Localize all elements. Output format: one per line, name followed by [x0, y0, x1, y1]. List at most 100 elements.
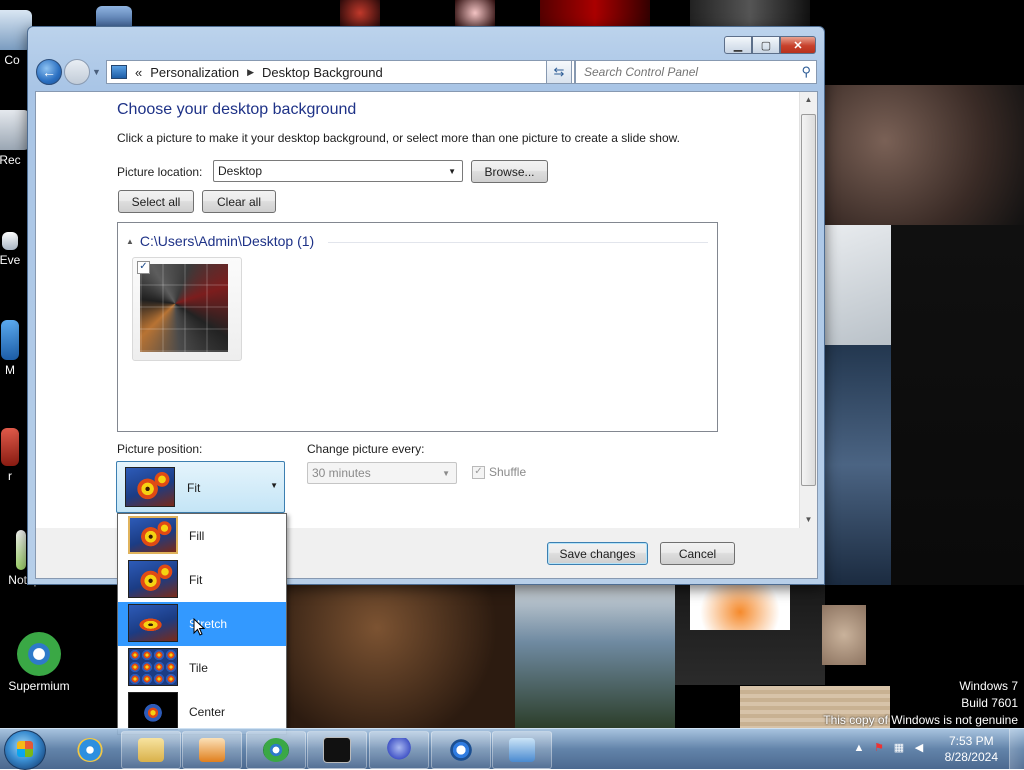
vertical-scrollbar[interactable]: ▲ ▼ [799, 92, 817, 528]
wallpaper-collage [455, 0, 495, 26]
picture-location-select[interactable]: Desktop ▼ [213, 160, 463, 182]
picture-thumbnail[interactable]: ✓ [132, 257, 242, 361]
wallpaper-collage [690, 585, 790, 630]
scroll-down-icon[interactable]: ▼ [800, 512, 817, 528]
app-icon [1, 320, 19, 360]
scrollbar-thumb[interactable] [801, 114, 816, 486]
internet-explorer-icon [77, 738, 103, 762]
maximize-button[interactable]: ▢ [752, 36, 780, 54]
search-icon[interactable]: ⚲ [801, 64, 811, 80]
page-description: Click a picture to make it your desktop … [117, 131, 680, 145]
wallpaper-collage [822, 605, 866, 665]
option-label: Fit [189, 573, 203, 587]
option-label: Fill [189, 529, 205, 543]
chromium-icon [448, 738, 474, 762]
breadcrumb-overflow[interactable]: « [131, 65, 146, 80]
save-changes-button[interactable]: Save changes [547, 542, 648, 565]
minimize-icon: ▁ [733, 39, 743, 52]
wallpaper-collage [515, 585, 675, 728]
option-label: Tile [189, 661, 208, 675]
back-button[interactable]: ← [36, 59, 62, 85]
change-picture-value: 30 minutes [312, 466, 371, 480]
folder-icon [138, 738, 164, 762]
breadcrumb-desktop-background[interactable]: Desktop Background [258, 65, 387, 80]
picture-position-value: Fit [187, 481, 201, 495]
wallpaper-collage [825, 225, 891, 345]
browse-button[interactable]: Browse... [471, 160, 548, 183]
group-header[interactable]: ▲ C:\Users\Admin\Desktop (1) [126, 233, 314, 249]
show-hidden-icons-icon[interactable]: ▲ [852, 741, 866, 755]
taskbar-app-bird[interactable] [369, 731, 429, 769]
bird-app-icon [386, 738, 412, 762]
clear-all-button[interactable]: Clear all [202, 190, 276, 213]
system-clock[interactable]: 7:53 PM 8/28/2024 [945, 733, 998, 765]
forward-button[interactable] [64, 59, 90, 85]
minimize-button[interactable]: ▁ [724, 36, 752, 54]
network-icon[interactable]: ▦ [892, 741, 906, 755]
wallpaper-collage [825, 85, 1024, 225]
option-label: Center [189, 705, 226, 719]
caption-buttons: ▁ ▢ ✕ [724, 36, 816, 54]
position-option-fit[interactable]: Fit [118, 558, 286, 602]
scroll-up-icon[interactable]: ▲ [800, 92, 817, 108]
media-player-icon [199, 738, 225, 762]
position-option-tile[interactable]: Tile [118, 646, 286, 690]
wallpaper-collage [285, 585, 515, 728]
desktop-icon-label: Rec [0, 153, 21, 167]
shuffle-label: Shuffle [489, 465, 527, 479]
breadcrumb-separator-icon[interactable]: ▶ [243, 67, 258, 78]
close-button[interactable]: ✕ [780, 36, 816, 54]
desktop-icon-supermium[interactable]: Supermium [3, 632, 75, 693]
desktop-icon-label: M [5, 363, 15, 377]
clock-time: 7:53 PM [948, 734, 994, 748]
group-header-label: C:\Users\Admin\Desktop (1) [139, 233, 315, 249]
wallpaper-thumbnail-image [140, 264, 228, 352]
action-center-icon[interactable]: ⚑ [872, 741, 886, 755]
search-input[interactable] [582, 64, 794, 80]
command-prompt-icon [323, 737, 351, 763]
volume-muted-icon[interactable]: ◀ [912, 741, 926, 755]
desktop-icon-label: r [8, 469, 12, 483]
start-button[interactable] [4, 730, 46, 770]
clock-date: 8/28/2024 [944, 750, 998, 764]
fit-preview-image [125, 467, 175, 507]
taskbar-media-player[interactable] [182, 731, 242, 769]
chevron-down-icon: ▼ [448, 166, 456, 176]
picture-position-select[interactable]: Fit ▼ [116, 461, 285, 513]
shuffle-checkbox[interactable]: ✓ Shuffle [472, 465, 527, 480]
select-all-button[interactable]: Select all [118, 190, 194, 213]
show-desktop-button[interactable] [1009, 729, 1024, 769]
taskbar-explorer[interactable] [121, 731, 181, 769]
taskbar-internet-explorer[interactable] [60, 731, 120, 769]
taskbar-command-prompt[interactable] [307, 731, 367, 769]
taskbar-control-panel[interactable] [492, 731, 552, 769]
search-box: ⚲ [575, 60, 817, 84]
address-bar[interactable]: « Personalization ▶ Desktop Background ▼ [106, 60, 575, 84]
thumbnail-checkbox[interactable]: ✓ [137, 261, 150, 274]
refresh-button[interactable]: ⇆ [546, 60, 572, 84]
change-picture-label: Change picture every: [307, 442, 425, 456]
desktop-icon-label: Co [4, 53, 20, 67]
desktop-icon-label: Supermium [8, 679, 70, 693]
picture-location-label: Picture location: [117, 165, 203, 179]
shortcut-icon [2, 232, 18, 250]
picture-gallery: ▲ C:\Users\Admin\Desktop (1) ✓ [117, 222, 718, 432]
stretch-preview-image [128, 604, 178, 642]
app-icon [1, 428, 19, 466]
collapse-triangle-icon[interactable]: ▲ [126, 237, 134, 246]
genuine-notice: This copy of Windows is not genuine [823, 713, 1018, 727]
shuffle-check-icon: ✓ [472, 466, 485, 480]
change-picture-interval-select[interactable]: 30 minutes ▼ [307, 462, 457, 484]
position-option-fill[interactable]: Fill [118, 514, 286, 558]
notepadpp-icon [16, 530, 26, 570]
page-title: Choose your desktop background [117, 101, 357, 118]
wallpaper-collage [690, 0, 810, 26]
breadcrumb-personalization[interactable]: Personalization [146, 65, 243, 80]
cancel-button[interactable]: Cancel [660, 542, 735, 565]
desktop-icon-label: Eve [0, 253, 21, 267]
control-panel-icon [111, 65, 127, 79]
taskbar-supermium[interactable] [246, 731, 306, 769]
control-panel-icon [509, 738, 535, 762]
taskbar-chromium[interactable] [431, 731, 491, 769]
recent-pages-dropdown[interactable]: ▼ [92, 67, 101, 77]
